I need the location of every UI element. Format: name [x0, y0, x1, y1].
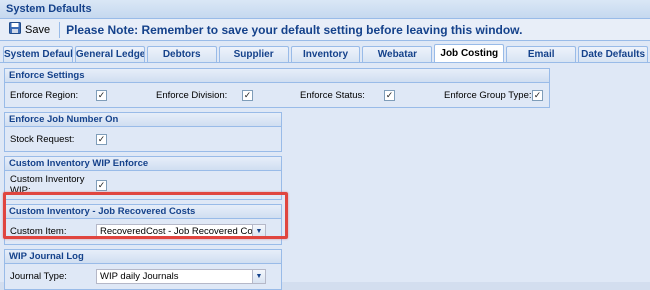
- enforce-region-label: Enforce Region:: [10, 89, 79, 101]
- enforce-division-checkbox[interactable]: ✓: [242, 89, 253, 101]
- enforce-settings-fieldset: Enforce Settings Enforce Region: ✓ Enfor…: [4, 68, 550, 108]
- fieldset-title: Custom Inventory - Job Recovered Costs: [5, 205, 281, 219]
- tab-job-costing[interactable]: Job Costing: [434, 44, 505, 62]
- fieldset-title: Enforce Job Number On: [5, 113, 281, 127]
- enforce-region-checkbox[interactable]: ✓: [96, 89, 107, 101]
- system-defaults-window: System Defaults Save Please Note: Rememb…: [0, 0, 650, 290]
- journal-type-field: Journal Type: WIP daily Journals ▼: [10, 268, 276, 285]
- custom-inventory-wip-fieldset: Custom Inventory WIP Enforce Custom Inve…: [4, 156, 282, 200]
- floppy-disk-icon: [9, 22, 21, 37]
- tab-supplier[interactable]: Supplier: [218, 46, 289, 62]
- custom-item-label: Custom Item:: [10, 226, 67, 237]
- enforce-status-label: Enforce Status:: [300, 89, 365, 101]
- tab-webatar[interactable]: Webatar: [362, 46, 433, 62]
- enforce-status-checkbox[interactable]: ✓: [384, 89, 395, 101]
- enforce-job-number-fieldset: Enforce Job Number On Stock Request: ✓: [4, 112, 282, 152]
- enforce-settings-row: Enforce Region: ✓ Enforce Division: ✓ En…: [10, 87, 544, 103]
- enforce-division-field: Enforce Division: ✓: [156, 89, 300, 101]
- enforce-group-type-label: Enforce Group Type:: [444, 89, 532, 101]
- journal-type-label: Journal Type:: [10, 271, 67, 282]
- custom-inventory-wip-checkbox[interactable]: ✓: [96, 179, 107, 191]
- stock-request-field: Stock Request: ✓: [10, 131, 276, 147]
- checkmark-icon: ✓: [533, 89, 542, 100]
- stock-request-checkbox[interactable]: ✓: [96, 133, 107, 145]
- tab-general-ledger[interactable]: General Ledger: [74, 46, 145, 62]
- enforce-division-label: Enforce Division:: [156, 89, 228, 101]
- enforce-status-field: Enforce Status: ✓: [300, 89, 444, 101]
- fieldset-title: Custom Inventory WIP Enforce: [5, 157, 281, 171]
- enforce-group-type-checkbox[interactable]: ✓: [532, 89, 543, 101]
- custom-inventory-wip-label-line2: WIP:: [10, 185, 31, 196]
- fieldset-title: WIP Journal Log: [5, 250, 281, 264]
- wip-journal-log-fieldset: WIP Journal Log Journal Type: WIP daily …: [4, 249, 282, 290]
- custom-item-value: RecoveredCost - Job Recovered Costs: [100, 226, 252, 237]
- chevron-down-icon[interactable]: ▼: [252, 270, 265, 283]
- custom-item-combobox[interactable]: RecoveredCost - Job Recovered Costs ▼: [96, 224, 266, 239]
- toolbar-separator: [59, 21, 61, 38]
- save-button[interactable]: Save: [4, 21, 55, 39]
- tab-email[interactable]: Email: [506, 46, 577, 62]
- checkmark-icon: ✓: [243, 89, 252, 100]
- enforce-group-type-field: Enforce Group Type: ✓: [444, 89, 543, 101]
- enforce-region-field: Enforce Region: ✓: [10, 89, 156, 101]
- fieldset-title: Enforce Settings: [5, 69, 549, 83]
- tab-debtors[interactable]: Debtors: [146, 46, 217, 62]
- checkmark-icon: ✓: [97, 179, 106, 190]
- tab-date-defaults[interactable]: Date Defaults: [578, 46, 649, 62]
- custom-inventory-wip-label: Custom Inventory WIP:: [10, 174, 96, 196]
- tab-inventory[interactable]: Inventory: [290, 46, 361, 62]
- chevron-down-icon[interactable]: ▼: [252, 225, 265, 238]
- checkmark-icon: ✓: [97, 89, 106, 100]
- checkmark-icon: ✓: [385, 89, 394, 100]
- stock-request-label: Stock Request:: [10, 133, 75, 145]
- custom-inventory-wip-field: Custom Inventory WIP: ✓: [10, 174, 276, 196]
- window-title: System Defaults: [0, 0, 650, 19]
- toolbar: Save Please Note: Remember to save your …: [0, 19, 650, 41]
- checkmark-icon: ✓: [97, 133, 106, 144]
- save-button-label: Save: [25, 23, 51, 36]
- tab-strip: System Defaults General Ledger Debtors S…: [0, 44, 650, 63]
- journal-type-value: WIP daily Journals: [100, 271, 179, 282]
- custom-item-field: Custom Item: RecoveredCost - Job Recover…: [10, 223, 276, 240]
- custom-inventory-wip-label-line1: Custom Inventory: [10, 174, 85, 185]
- tab-system-defaults[interactable]: System Defaults: [3, 46, 73, 62]
- job-recovered-costs-fieldset: Custom Inventory - Job Recovered Costs C…: [4, 204, 282, 245]
- job-costing-panel: Enforce Settings Enforce Region: ✓ Enfor…: [0, 64, 650, 290]
- save-reminder-notice: Please Note: Remember to save your defau…: [66, 22, 523, 37]
